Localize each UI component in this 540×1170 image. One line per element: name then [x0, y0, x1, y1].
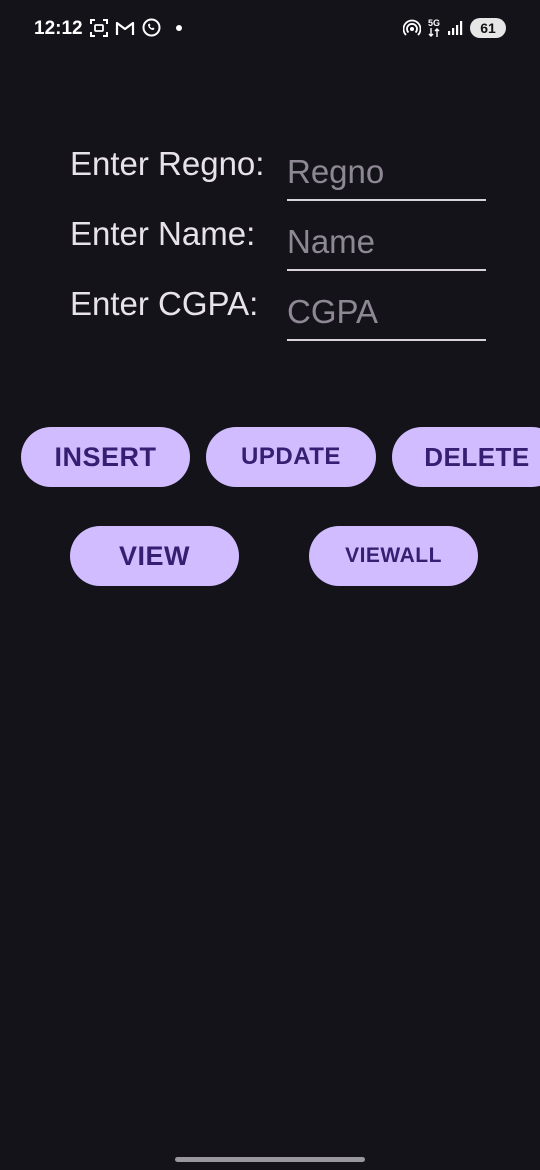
regno-row: Enter Regno:	[0, 145, 540, 207]
hotspot-icon	[402, 19, 421, 37]
status-bar: 12:12 5G 61	[0, 0, 540, 62]
cgpa-label: Enter CGPA:	[70, 285, 259, 322]
name-label: Enter Name:	[70, 215, 256, 252]
screenshot-icon	[90, 18, 108, 37]
update-button[interactable]: UPDATE	[206, 427, 376, 487]
app-screen: 12:12 5G 61 Enter Regno: Regno Enter Nam…	[0, 0, 540, 1170]
cgpa-field	[287, 285, 486, 341]
delete-button[interactable]: DELETE	[392, 427, 540, 487]
name-row: Enter Name:	[0, 215, 540, 277]
regno-label: Enter Regno:	[70, 145, 265, 182]
status-left-icons	[90, 18, 182, 37]
whatsapp-icon	[142, 18, 161, 37]
gmail-icon	[115, 20, 135, 36]
name-field	[287, 215, 486, 271]
status-time: 12:12	[34, 18, 83, 39]
network-label: 5G	[427, 18, 440, 28]
view-button[interactable]: VIEW	[70, 526, 239, 586]
name-input[interactable]	[287, 223, 486, 261]
gesture-nav-handle[interactable]	[175, 1157, 365, 1162]
battery-indicator: 61	[470, 18, 506, 38]
viewall-button[interactable]: VIEWALL	[309, 526, 478, 586]
notification-dot-icon	[176, 24, 182, 31]
status-right-icons: 5G 61	[402, 18, 506, 38]
signal-icon	[447, 20, 463, 36]
5g-data-icon: 5G	[428, 19, 440, 37]
cgpa-input[interactable]	[287, 293, 486, 331]
cgpa-row: Enter CGPA:	[0, 285, 540, 347]
regno-input[interactable]	[287, 153, 486, 191]
insert-button[interactable]: INSERT	[21, 427, 190, 487]
regno-field	[287, 145, 486, 201]
